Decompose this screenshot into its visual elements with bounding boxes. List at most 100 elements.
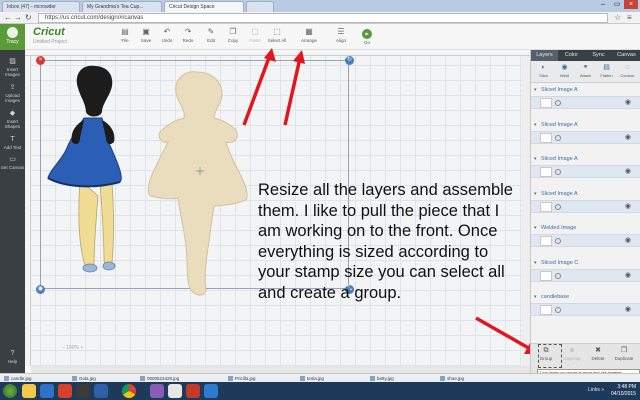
ungroup-button[interactable]: ⧈ Ungroup <box>559 347 585 361</box>
attach-button[interactable]: ⚭ Attach <box>575 64 596 78</box>
arrange-button[interactable]: ▦ Arrange <box>297 27 321 43</box>
layer-row[interactable]: ◉ <box>531 303 640 316</box>
layer-row[interactable]: ◉ <box>531 96 640 109</box>
delete-button[interactable]: ✖ Delete <box>585 347 611 361</box>
download-item[interactable]: teola.jpg <box>300 375 324 382</box>
download-item[interactable]: shoe.jpg <box>440 375 464 382</box>
tray-links[interactable]: Links » <box>588 387 604 393</box>
explorer-icon[interactable] <box>22 384 36 398</box>
help-button[interactable]: ? Help <box>0 350 25 364</box>
layer-name[interactable]: candlebase <box>531 292 640 303</box>
tab-layers[interactable]: Layers <box>531 50 558 61</box>
layer-group[interactable]: Sliced Image A ◉ <box>531 154 640 178</box>
eye-icon[interactable]: ◉ <box>625 167 631 177</box>
chrome-icon[interactable] <box>122 384 136 398</box>
back-icon[interactable]: ← <box>4 13 12 23</box>
lock-icon[interactable] <box>555 135 561 141</box>
copy-button[interactable]: ❐ Copy <box>221 27 245 43</box>
duplicate-button[interactable]: ❐ Duplicate <box>611 347 637 361</box>
layer-group[interactable]: Sliced Image A ◉ <box>531 189 640 213</box>
layer-row[interactable]: ◉ <box>531 269 640 282</box>
photoshop-icon[interactable] <box>94 384 108 398</box>
vertical-scrollbar[interactable] <box>522 56 530 366</box>
download-item[interactable]: betty.jpg <box>370 375 394 382</box>
maximize-icon[interactable]: ▭ <box>610 0 624 9</box>
zoom-in-icon[interactable]: + <box>80 345 83 351</box>
eye-icon[interactable]: ◉ <box>625 271 631 281</box>
layer-row[interactable]: ◉ <box>531 131 640 144</box>
insert-shapes-button[interactable]: ◆ Insert Shapes <box>0 110 25 129</box>
eye-icon[interactable]: ◉ <box>625 236 631 246</box>
align-button[interactable]: ☰ Align <box>329 27 353 43</box>
eye-icon[interactable]: ◉ <box>625 305 631 315</box>
app-icon[interactable] <box>186 384 200 398</box>
layer-row[interactable]: ◉ <box>531 200 640 213</box>
browser-tab-4[interactable] <box>246 1 274 12</box>
layer-row[interactable]: ◉ <box>531 165 640 178</box>
lock-handle-icon[interactable]: ◉ <box>36 285 45 294</box>
layer-name[interactable]: Sliced Image A <box>531 85 640 96</box>
select-all-button[interactable]: ⬚ Select All <box>265 27 289 43</box>
layer-group[interactable]: candlebase ◉ <box>531 292 640 316</box>
minimize-icon[interactable]: – <box>596 0 610 9</box>
eye-icon[interactable]: ◉ <box>625 202 631 212</box>
url-field[interactable]: https://us.cricut.com/design/#/canvas <box>38 13 608 23</box>
reload-icon[interactable]: ↻ <box>25 13 32 23</box>
delete-handle-icon[interactable]: × <box>36 56 45 65</box>
eye-icon[interactable]: ◉ <box>625 98 631 108</box>
horizontal-scrollbar[interactable] <box>31 366 530 373</box>
lock-icon[interactable] <box>555 100 561 106</box>
redo-button[interactable]: ↷ Redo <box>176 27 200 43</box>
slice-button[interactable]: ◐ Slice <box>533 64 554 78</box>
layer-name[interactable]: Welded Image <box>531 223 640 234</box>
set-canvas-button[interactable]: ▭ Set Canvas <box>0 156 25 170</box>
download-item[interactable]: candle.jpg <box>4 375 32 382</box>
download-item[interactable]: Pricilla.jpg <box>228 375 256 382</box>
layer-name[interactable]: Sliced Image C <box>531 258 640 269</box>
layer-row[interactable]: ◉ <box>531 234 640 247</box>
menu-icon[interactable]: ≡ <box>627 13 632 23</box>
eye-icon[interactable]: ◉ <box>625 133 631 143</box>
rotate-handle-icon[interactable]: ↻ <box>345 56 354 65</box>
lock-icon[interactable] <box>555 307 561 313</box>
account-button[interactable]: Tracy <box>0 24 25 50</box>
lock-icon[interactable] <box>555 169 561 175</box>
clock[interactable]: 3:48 PM 04/10/2015 <box>611 384 636 398</box>
lock-icon[interactable] <box>555 204 561 210</box>
layer-name[interactable]: Sliced Image A <box>531 154 640 165</box>
paste-button[interactable]: ▢ Paste <box>243 27 267 43</box>
lock-icon[interactable] <box>555 238 561 244</box>
forward-icon[interactable]: → <box>14 13 22 23</box>
layer-group[interactable]: Sliced Image C ◉ <box>531 258 640 282</box>
layer-group[interactable]: Sliced Image A ◉ <box>531 85 640 109</box>
upload-images-button[interactable]: ⇪ Upload Images <box>0 84 25 103</box>
lock-icon[interactable] <box>555 273 561 279</box>
download-item[interactable]: 0000523428.jpg <box>140 375 179 382</box>
app-icon[interactable] <box>204 384 218 398</box>
layer-group[interactable]: Sliced Image A ◉ <box>531 120 640 144</box>
close-icon[interactable]: × <box>624 0 638 9</box>
app-icon[interactable] <box>168 384 182 398</box>
edit-button[interactable]: ✎ Edit <box>199 27 223 43</box>
star-icon[interactable]: ☆ <box>614 13 621 23</box>
app-icon[interactable] <box>150 384 164 398</box>
browser-tab-3[interactable]: Cricut Design Space <box>164 1 244 12</box>
layer-group[interactable]: Welded Image ◉ <box>531 223 640 247</box>
tab-color[interactable]: Color <box>558 50 585 61</box>
browser-tab-1[interactable]: Inbox (47) - mcrowder <box>2 1 80 12</box>
ie-icon[interactable] <box>40 384 54 398</box>
tab-canvas[interactable]: Canvas <box>612 50 640 61</box>
go-button[interactable]: ▶ <box>362 29 372 39</box>
contour-button[interactable]: ◌ Contour <box>617 64 638 78</box>
tab-sync[interactable]: Sync <box>585 50 612 61</box>
insert-images-button[interactable]: ▨ Insert Images <box>0 58 25 77</box>
browser-tab-2[interactable]: My Grandma's Tea Cup... <box>82 1 162 12</box>
zoom-out-icon[interactable]: – <box>62 345 65 351</box>
zoom-control[interactable]: – 100% + <box>62 345 132 355</box>
weld-button[interactable]: ◉ Weld <box>554 64 575 78</box>
flatten-button[interactable]: ▤ Flatten <box>596 64 617 78</box>
add-text-button[interactable]: T Add Text <box>0 136 25 150</box>
start-icon[interactable] <box>3 384 17 398</box>
download-item[interactable]: Gola.jpg <box>72 375 96 382</box>
media-icon[interactable] <box>58 384 72 398</box>
